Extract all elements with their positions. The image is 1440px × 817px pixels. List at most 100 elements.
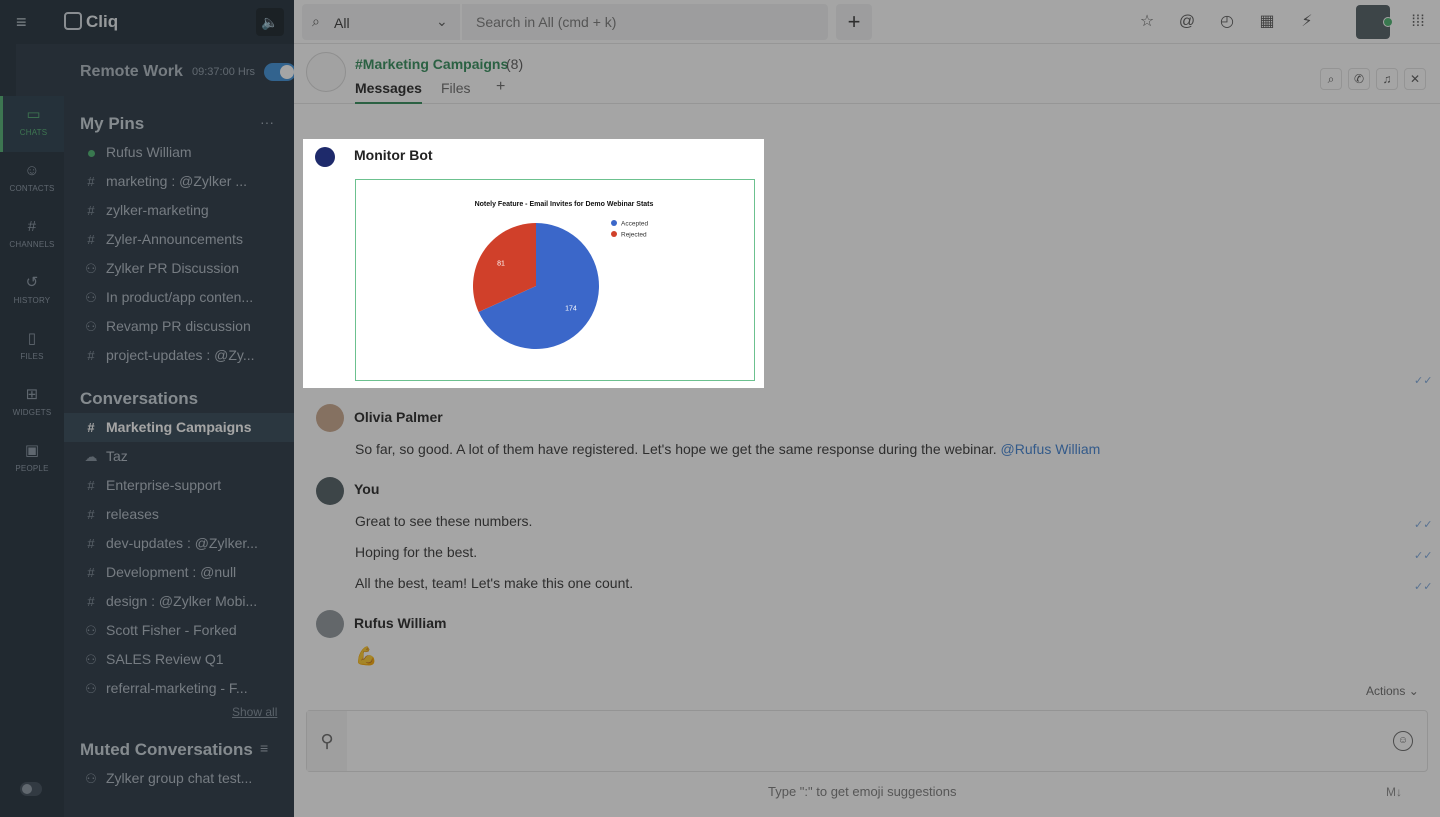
sidebar-item[interactable]: # Enterprise-support: [64, 471, 294, 500]
rail-chats[interactable]: ▭ CHATS: [0, 96, 64, 152]
message-body: So far, so good. A lot of them have regi…: [355, 441, 1001, 457]
menu-icon[interactable]: ≡: [16, 13, 36, 31]
reminder-icon[interactable]: ◴: [1217, 12, 1237, 32]
user-avatar[interactable]: [1356, 5, 1393, 39]
search-divider: [460, 4, 462, 40]
hash-icon: #: [87, 594, 95, 609]
member-count[interactable]: (8): [506, 56, 523, 72]
sidebar-item-label: Revamp PR discussion: [106, 318, 251, 334]
rail-channels[interactable]: # CHANNELS: [0, 208, 64, 264]
integrations-icon[interactable]: ⚡: [1297, 12, 1317, 32]
show-all-link[interactable]: Show all: [232, 705, 277, 719]
hash-icon: #: [87, 565, 95, 580]
new-button[interactable]: +: [836, 4, 872, 40]
sidebar-item[interactable]: ⚇ In product/app conten...: [64, 283, 294, 312]
calendar-icon[interactable]: ▦: [1257, 12, 1277, 32]
sidebar-item-label: SALES Review Q1: [106, 651, 224, 667]
sidebar-item-label: releases: [106, 506, 159, 522]
rail-label: CHANNELS: [9, 240, 55, 249]
sidebar-item[interactable]: ⚇ Revamp PR discussion: [64, 312, 294, 341]
emoji-icon[interactable]: ☺: [1393, 731, 1413, 751]
sender-name: You: [354, 481, 380, 497]
sidebar-item[interactable]: ⚇ SALES Review Q1: [64, 645, 294, 674]
chart-image[interactable]: Notely Feature - Email Invites for Demo …: [355, 179, 755, 381]
sidebar-item-label: zylker-marketing: [106, 202, 209, 218]
bell-icon[interactable]: ♫: [1376, 68, 1398, 90]
cliq-logo-icon: [64, 12, 82, 30]
search-bar: ⌕ All ⌄: [302, 4, 828, 40]
sidebar-item[interactable]: ⚇ Scott Fisher - Forked: [64, 616, 294, 645]
rail-label: CONTACTS: [9, 184, 55, 193]
message-text: Great to see these numbers.: [355, 513, 533, 529]
add-tab-button[interactable]: +: [496, 78, 505, 102]
conversations-title: Conversations: [80, 389, 199, 408]
sidebar-item-label: Taz: [106, 448, 128, 464]
brand-bar: Cliq 🔈: [64, 0, 294, 44]
search-scope[interactable]: All: [334, 15, 350, 31]
rail-contacts[interactable]: ☺ CONTACTS: [0, 152, 64, 208]
sidebar-item[interactable]: ☁ Taz: [64, 442, 294, 471]
channel-title[interactable]: #Marketing Campaigns: [355, 56, 508, 72]
rail-label: HISTORY: [13, 296, 51, 305]
rail-widgets[interactable]: ⊞ WIDGETS: [0, 376, 64, 432]
contacts-icon: ☺: [24, 162, 40, 179]
markdown-icon[interactable]: M↓: [1386, 785, 1402, 799]
tab-files[interactable]: Files: [441, 80, 471, 104]
apps-grid-icon[interactable]: ⁞⁞⁞: [1408, 12, 1428, 32]
workspace-name[interactable]: Remote Work: [80, 63, 183, 81]
app-name: Cliq: [86, 12, 119, 31]
theme-toggle[interactable]: [20, 782, 42, 796]
sidebar-item[interactable]: # design : @Zylker Mobi...: [64, 587, 294, 616]
rail-people[interactable]: ▣ PEOPLE: [0, 432, 64, 488]
tab-messages[interactable]: Messages: [355, 80, 422, 104]
pins-title: My Pins: [80, 114, 145, 133]
pins-more-icon[interactable]: ···: [260, 114, 274, 130]
message-composer[interactable]: ⚲ ☺: [306, 710, 1428, 772]
message-text: Hoping for the best.: [355, 544, 478, 560]
mention-link[interactable]: @Rufus William: [1001, 441, 1101, 457]
sidebar-item[interactable]: ⚇ referral-marketing - F...: [64, 674, 294, 703]
message-card-bot: Monitor Bot Notely Feature - Email Invit…: [303, 139, 764, 387]
rail-label: PEOPLE: [15, 464, 49, 473]
sidebar-item-label: design : @Zylker Mobi...: [106, 593, 258, 609]
speaker-icon[interactable]: 🔈: [256, 8, 284, 36]
channel-avatar[interactable]: [306, 52, 346, 92]
sidebar-item-label: dev-updates : @Zylker...: [106, 535, 258, 551]
sidebar-item[interactable]: ⚇ Zylker PR Discussion: [64, 254, 294, 283]
sidebar-item[interactable]: Rufus William: [64, 138, 294, 167]
widgets-icon: ⊞: [25, 386, 39, 403]
legend-label: Rejected: [621, 232, 647, 239]
message-text: So far, so good. A lot of them have regi…: [355, 441, 1100, 457]
close-icon[interactable]: ✕: [1404, 68, 1426, 90]
sidebar-item[interactable]: # Zyler-Announcements: [64, 225, 294, 254]
sidebar-item[interactable]: # dev-updates : @Zylker...: [64, 529, 294, 558]
mention-icon[interactable]: @: [1177, 12, 1197, 32]
sidebar-item[interactable]: ⚇ Zylker group chat test...: [64, 764, 294, 793]
sidebar-item[interactable]: # marketing : @Zylker ...: [64, 167, 294, 196]
sidebar-item-label: Zylker group chat test...: [106, 770, 253, 786]
legend-label: Accepted: [621, 221, 648, 228]
read-receipt-icon: ✓✓: [1414, 519, 1433, 531]
status-toggle[interactable]: [264, 63, 296, 81]
hash-icon: #: [87, 232, 95, 247]
muted-title: Muted Conversations: [80, 740, 253, 759]
sidebar-item[interactable]: # releases: [64, 500, 294, 529]
star-icon[interactable]: ☆: [1137, 12, 1157, 32]
sidebar-item[interactable]: # zylker-marketing: [64, 196, 294, 225]
workspace-bar: Remote Work 09:37:00 Hrs: [16, 44, 296, 96]
file-icon: ▯: [27, 330, 37, 347]
call-icon[interactable]: ✆: [1348, 68, 1370, 90]
rail-files[interactable]: ▯ FILES: [0, 320, 64, 376]
chevron-down-icon[interactable]: ⌄: [436, 13, 448, 30]
search-icon[interactable]: ⌕: [1320, 68, 1342, 90]
search-input[interactable]: [476, 12, 816, 32]
attach-icon[interactable]: ⚲: [307, 711, 347, 771]
pie-chart: Notely Feature - Email Invites for Demo …: [473, 201, 654, 349]
sidebar-item[interactable]: # Development : @null: [64, 558, 294, 587]
rail-history[interactable]: ↺ HISTORY: [0, 264, 64, 320]
sidebar-item[interactable]: # Marketing Campaigns: [64, 413, 294, 442]
sidebar-item[interactable]: # project-updates : @Zy...: [64, 341, 294, 370]
actions-menu[interactable]: Actions ⌄: [1366, 684, 1419, 698]
muted-filter-icon[interactable]: ≡: [260, 740, 268, 756]
work-timer: 09:37:00 Hrs: [192, 66, 255, 78]
